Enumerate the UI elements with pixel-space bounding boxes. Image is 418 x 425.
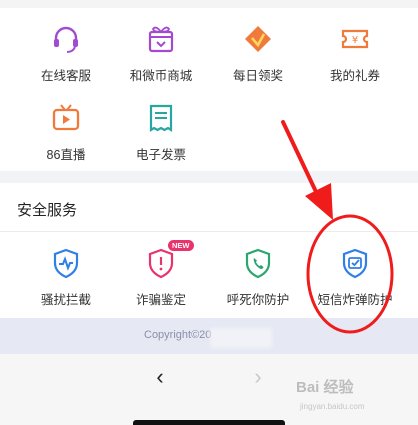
annotation-arrowhead bbox=[305, 183, 333, 220]
annotation-circle bbox=[306, 214, 394, 334]
annotation-overlay bbox=[281, 120, 394, 334]
annotation-arrow-line bbox=[281, 120, 320, 198]
